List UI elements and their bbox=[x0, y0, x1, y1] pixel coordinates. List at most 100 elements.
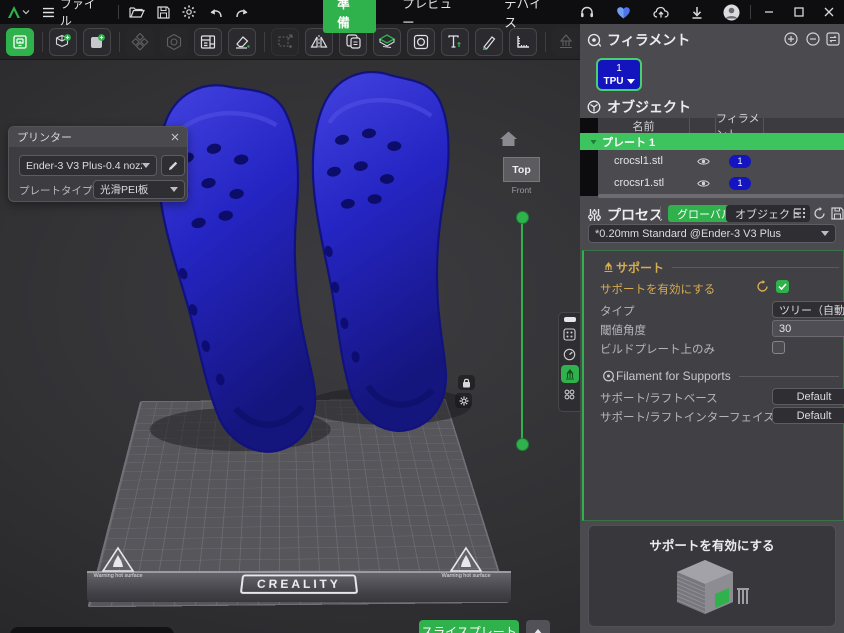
section-divider bbox=[672, 267, 839, 268]
slice-plate-button[interactable]: スライスプレート bbox=[419, 620, 519, 633]
objects-panel-title: オブジェクト bbox=[607, 97, 691, 117]
table-row-plate1[interactable]: プレート 1 bbox=[580, 133, 844, 150]
save-button[interactable] bbox=[151, 0, 176, 24]
model-crocsr1[interactable] bbox=[290, 67, 472, 434]
download-button[interactable] bbox=[685, 0, 709, 24]
filament-slot-material: TPU bbox=[604, 75, 624, 88]
divider bbox=[545, 32, 546, 52]
chevron-down-icon bbox=[22, 9, 30, 15]
creality-print-window: ファイル 準備 プレビュー デバイス bbox=[0, 0, 844, 633]
slice-options-button[interactable] bbox=[526, 620, 550, 633]
plate-settings-button[interactable] bbox=[561, 325, 579, 343]
undo-button[interactable] bbox=[202, 0, 229, 24]
status-panel: プロジェクト:Marble+Run+Pad... プリンター:Ender-3 V… bbox=[10, 627, 174, 633]
settings-button[interactable] bbox=[176, 0, 202, 24]
process-sliders-icon bbox=[586, 207, 602, 223]
visibility-eye-icon[interactable] bbox=[690, 157, 716, 166]
reset-enable-support-button[interactable] bbox=[756, 280, 769, 293]
support-interface-label: サポート/ラフトインターフェイス bbox=[600, 409, 775, 425]
filament-spool-icon bbox=[586, 32, 602, 48]
arrange-button[interactable] bbox=[126, 28, 154, 56]
support-headset-button[interactable] bbox=[574, 0, 600, 24]
list-icon bbox=[793, 207, 806, 219]
filament-badge[interactable]: 1 bbox=[729, 177, 751, 190]
clip-slider-bottom-handle[interactable] bbox=[516, 438, 529, 451]
plate-type-dropdown[interactable]: 光滑PEI板 bbox=[93, 180, 185, 199]
file-menu[interactable]: ファイル bbox=[36, 0, 114, 24]
table-scrollbar[interactable] bbox=[598, 194, 844, 198]
user-avatar[interactable] bbox=[717, 0, 746, 24]
cloud-upload-button[interactable] bbox=[647, 0, 675, 24]
edit-printer-button[interactable] bbox=[161, 155, 185, 176]
support-base-label: サポート/ラフトベース bbox=[600, 390, 718, 406]
parameter-list-button[interactable] bbox=[793, 207, 806, 219]
clip-slider-track[interactable] bbox=[521, 217, 523, 445]
filament-slot-tpu[interactable]: 1 TPU bbox=[596, 58, 642, 91]
open-file-button[interactable] bbox=[123, 0, 151, 24]
support-base-dropdown[interactable]: Default bbox=[772, 388, 844, 405]
gear-overlay-button[interactable] bbox=[455, 393, 472, 408]
viewcube-top-face[interactable]: Top bbox=[503, 157, 540, 182]
mirror-icon bbox=[310, 34, 328, 50]
transform-button[interactable] bbox=[271, 28, 299, 56]
section-divider bbox=[739, 376, 839, 377]
table-row-crocsl1[interactable]: crocsl1.stl 1 bbox=[598, 150, 844, 172]
threshold-angle-input[interactable]: 30 bbox=[772, 320, 844, 337]
home-view-button[interactable] bbox=[499, 130, 518, 147]
reset-preset-button[interactable] bbox=[813, 207, 826, 220]
printer-select-dropdown[interactable]: Ender-3 V3 Plus-0.4 nozzle bbox=[19, 155, 157, 176]
tab-preview[interactable]: プレビュー bbox=[388, 0, 478, 33]
divider bbox=[750, 5, 751, 19]
clone-icon bbox=[345, 33, 362, 50]
remove-filament-button[interactable] bbox=[806, 32, 820, 46]
filament-badge[interactable]: 1 bbox=[729, 155, 751, 168]
table-row-crocsr1[interactable]: crocsr1.stl 1 bbox=[598, 172, 844, 194]
tab-prepare[interactable]: 準備 bbox=[323, 0, 376, 33]
plate-layout-button[interactable] bbox=[194, 28, 222, 56]
clean-plate-button[interactable] bbox=[228, 28, 256, 56]
undo-icon bbox=[208, 6, 223, 18]
merge-button[interactable] bbox=[160, 28, 188, 56]
add-model-button[interactable] bbox=[49, 28, 77, 56]
lock-icon bbox=[462, 378, 471, 388]
table-header: 名前 フィラメント bbox=[598, 118, 844, 133]
printer-workbench-button[interactable] bbox=[6, 28, 34, 56]
panel-collapse-handle[interactable] bbox=[564, 317, 576, 322]
favorites-button[interactable] bbox=[610, 0, 637, 24]
support-panel-button[interactable] bbox=[561, 365, 579, 383]
app-logo[interactable] bbox=[0, 0, 36, 24]
clip-slider-top-handle[interactable] bbox=[516, 211, 529, 224]
eraser-icon bbox=[234, 34, 251, 50]
visibility-eye-icon[interactable] bbox=[690, 179, 716, 188]
table-gutter bbox=[580, 118, 598, 196]
lock-overlay-button[interactable] bbox=[458, 375, 475, 390]
support-paint-icon bbox=[557, 33, 575, 50]
nut-icon bbox=[165, 33, 183, 51]
maximize-icon bbox=[794, 7, 804, 17]
layout-icon bbox=[200, 34, 216, 50]
viewport-side-toolbar bbox=[558, 312, 580, 412]
seam-paint-button[interactable] bbox=[561, 385, 579, 403]
support-type-dropdown[interactable]: ツリー（自動） bbox=[772, 301, 844, 318]
cloud-upload-icon bbox=[653, 6, 669, 18]
filament-panel-title: フィラメント bbox=[607, 30, 690, 50]
add-filament-button[interactable] bbox=[784, 32, 798, 46]
printer-icon bbox=[12, 34, 28, 50]
support-section-title: サポート bbox=[616, 259, 664, 276]
minimize-button[interactable] bbox=[755, 0, 785, 24]
add-plate-button[interactable] bbox=[83, 28, 111, 56]
tab-device[interactable]: デバイス bbox=[490, 0, 567, 33]
enable-support-checkbox[interactable] bbox=[776, 280, 789, 293]
maximize-button[interactable] bbox=[784, 0, 814, 24]
printer-panel-close-button[interactable] bbox=[171, 133, 179, 141]
on-plate-only-checkbox[interactable] bbox=[772, 341, 785, 354]
speed-gauge-button[interactable] bbox=[561, 345, 579, 363]
redo-button[interactable] bbox=[229, 0, 256, 24]
preset-dropdown[interactable]: *0.20mm Standard @Ender-3 V3 Plus bbox=[588, 224, 836, 243]
sync-filament-button[interactable] bbox=[826, 32, 840, 46]
viewcube-front-label[interactable]: Front bbox=[503, 185, 540, 195]
support-interface-dropdown[interactable]: Default bbox=[772, 407, 844, 424]
save-preset-button[interactable] bbox=[831, 207, 844, 220]
hamburger-icon bbox=[42, 7, 55, 18]
close-button[interactable] bbox=[814, 0, 844, 24]
